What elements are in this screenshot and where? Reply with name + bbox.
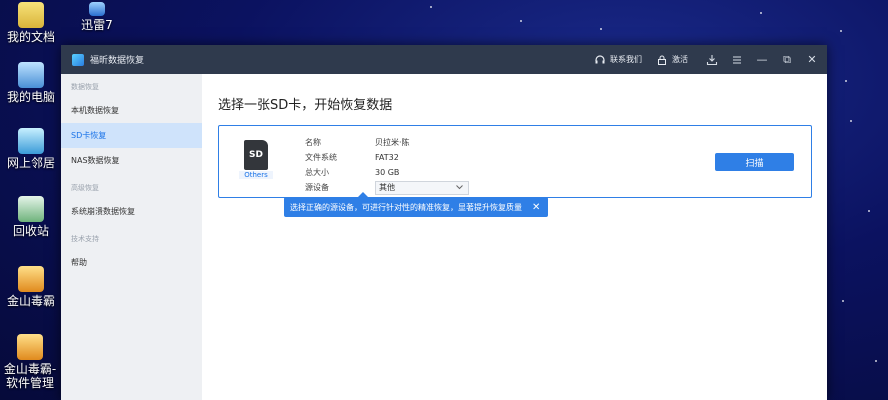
sidebar-item-help[interactable]: 帮助 xyxy=(61,250,202,275)
lock-icon xyxy=(656,54,668,66)
desktop-icon-network[interactable]: 网上邻居 xyxy=(0,128,62,170)
antivirus-icon xyxy=(18,266,44,292)
sd-card-properties: 名称 贝拉米·陈 文件系统 FAT32 总大小 30 GB 源设备 其他 xyxy=(305,135,469,195)
property-row: 总大小 30 GB xyxy=(305,168,400,177)
recycle-bin-icon xyxy=(18,196,44,222)
main-panel: 选择一张SD卡，开始恢复数据 SD Others 名称 贝拉米·陈 文件系统 F… xyxy=(202,74,827,400)
menu-icon[interactable] xyxy=(727,50,747,70)
sidebar-item-nas-recovery[interactable]: NAS数据恢复 xyxy=(61,148,202,173)
desktop-icon-my-documents[interactable]: 我的文档 xyxy=(0,2,62,44)
contact-us-button[interactable]: 联系我们 xyxy=(594,54,642,66)
sidebar-item-local-recovery[interactable]: 本机数据恢复 xyxy=(61,98,202,123)
title-bar[interactable]: 福昕数据恢复 联系我们 激活 — ⧉ ✕ xyxy=(61,45,827,74)
sidebar-group-title: 高级恢复 xyxy=(71,184,99,192)
source-device-tooltip: 选择正确的源设备，可进行针对性的精准恢复，显著提升恢复质量 ✕ xyxy=(284,192,549,217)
chevron-down-icon xyxy=(456,183,463,192)
download-icon[interactable] xyxy=(702,50,722,70)
sidebar-item-system-crash-recovery[interactable]: 系统崩溃数据恢复 xyxy=(61,199,202,224)
app-logo-icon xyxy=(72,53,84,66)
property-row: 文件系统 FAT32 xyxy=(305,153,399,162)
headset-icon xyxy=(594,54,606,66)
restore-button[interactable]: ⧉ xyxy=(777,50,797,70)
thunder-icon xyxy=(89,2,105,16)
source-device-select[interactable]: 其他 xyxy=(375,180,469,195)
activate-button[interactable]: 激活 xyxy=(656,54,688,66)
sidebar-item-sd-recovery[interactable]: SD卡恢复 xyxy=(61,123,202,148)
folder-icon xyxy=(18,2,44,28)
window-title: 福昕数据恢复 xyxy=(90,56,145,66)
sidebar-group-title: 技术支持 xyxy=(71,235,99,243)
minimize-button[interactable]: — xyxy=(752,50,772,70)
app-window: 福昕数据恢复 联系我们 激活 — ⧉ ✕ 数据恢复 本机数据恢复 SD卡恢复 N xyxy=(61,45,827,400)
close-button[interactable]: ✕ xyxy=(802,50,822,70)
computer-icon xyxy=(18,62,44,88)
close-icon[interactable]: ✕ xyxy=(532,202,540,213)
sd-card-item[interactable]: SD Others 名称 贝拉米·陈 文件系统 FAT32 总大小 30 GB xyxy=(218,125,812,198)
desktop-icon-software-manager[interactable]: 金山毒霸-软件管理 xyxy=(0,334,60,390)
network-icon xyxy=(18,128,44,154)
desktop-icon-my-computer[interactable]: 我的电脑 xyxy=(0,62,62,104)
scan-button[interactable]: 扫描 xyxy=(715,153,794,171)
sd-card-icon: SD Others xyxy=(239,140,273,179)
property-row: 源设备 其他 xyxy=(305,180,469,195)
page-title: 选择一张SD卡，开始恢复数据 xyxy=(218,98,393,113)
desktop-icon-recycle-bin[interactable]: 回收站 xyxy=(0,196,62,238)
sd-card-type-label: Others xyxy=(239,171,273,179)
sidebar-group-title: 数据恢复 xyxy=(71,83,99,91)
desktop-icon-antivirus[interactable]: 金山毒霸 xyxy=(0,266,62,308)
sidebar: 数据恢复 本机数据恢复 SD卡恢复 NAS数据恢复 高级恢复 系统崩溃数据恢复 … xyxy=(61,74,202,400)
desktop-icon-thunder[interactable]: 迅雷7 xyxy=(66,2,128,32)
property-row: 名称 贝拉米·陈 xyxy=(305,138,410,147)
software-manager-icon xyxy=(17,334,43,360)
